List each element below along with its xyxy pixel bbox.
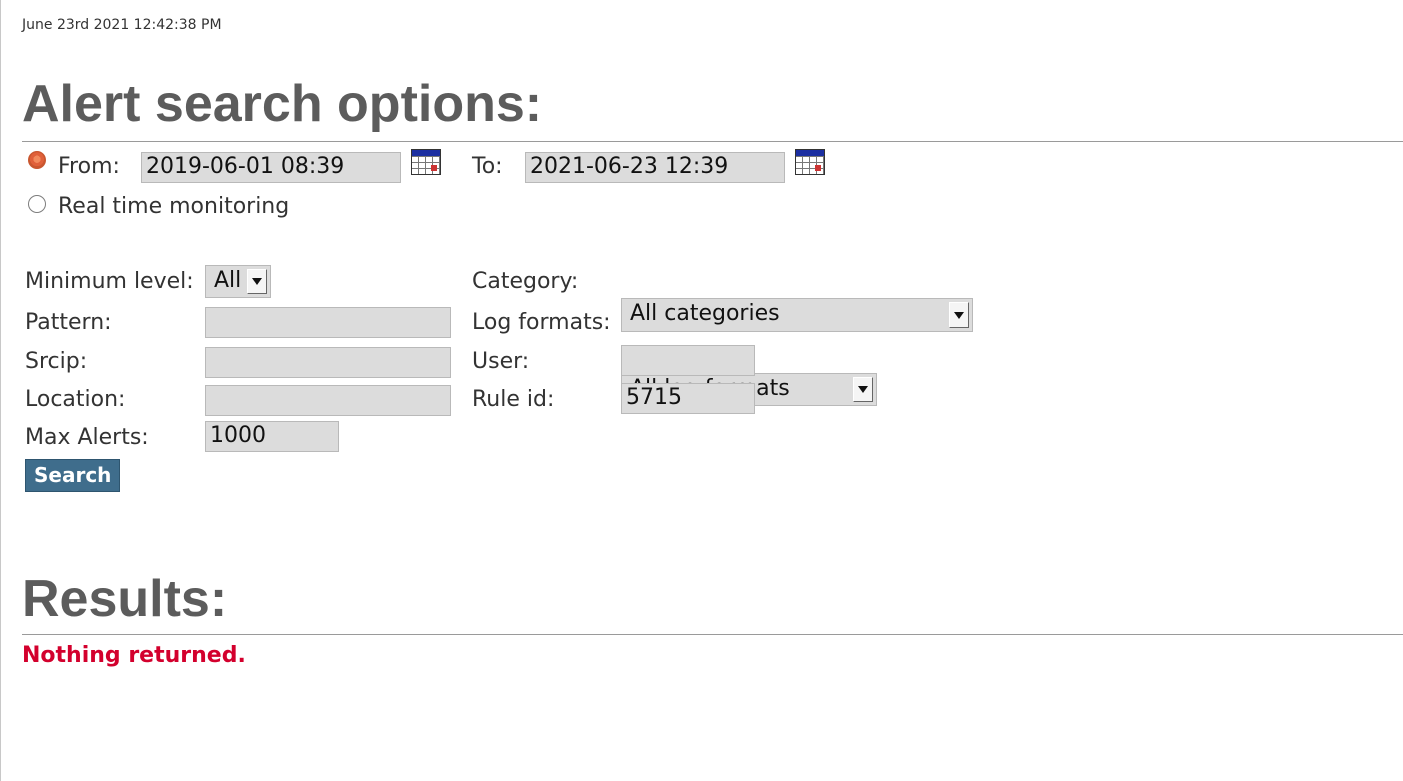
search-options-heading: Alert search options: — [22, 75, 543, 133]
srcip-input[interactable] — [205, 347, 451, 378]
user-input[interactable] — [621, 345, 755, 376]
location-input[interactable] — [205, 385, 451, 416]
chevron-down-icon — [949, 302, 969, 328]
results-message: Nothing returned. — [22, 643, 246, 668]
results-heading: Results: — [22, 570, 228, 628]
category-value: All categories — [630, 301, 780, 326]
realtime-radio[interactable] — [28, 195, 46, 213]
min-level-value: All — [214, 268, 242, 293]
chevron-down-icon — [247, 269, 267, 294]
user-label: User: — [472, 349, 530, 374]
divider — [22, 634, 1403, 635]
to-date-input[interactable]: 2021-06-23 12:39 — [525, 152, 785, 183]
category-select[interactable]: All categories — [621, 298, 973, 332]
from-date-input[interactable]: 2019-06-01 08:39 — [141, 152, 401, 183]
category-label: Category: — [472, 269, 579, 294]
rule-id-label: Rule id: — [472, 387, 555, 412]
max-alerts-input[interactable]: 1000 — [205, 421, 339, 452]
from-radio[interactable] — [28, 151, 46, 169]
srcip-label: Srcip: — [25, 349, 88, 374]
divider — [22, 141, 1403, 142]
realtime-label: Real time monitoring — [58, 194, 290, 219]
rule-id-input[interactable]: 5715 — [621, 383, 755, 414]
from-label: From: — [58, 154, 120, 179]
min-level-label: Minimum level: — [25, 269, 194, 294]
location-label: Location: — [25, 387, 126, 412]
page-left-border — [0, 0, 1, 781]
calendar-icon[interactable] — [795, 149, 825, 175]
max-alerts-label: Max Alerts: — [25, 425, 149, 450]
timestamp: June 23rd 2021 12:42:38 PM — [22, 17, 222, 33]
calendar-icon[interactable] — [411, 149, 441, 175]
search-button[interactable]: Search — [25, 459, 121, 492]
pattern-label: Pattern: — [25, 310, 112, 335]
to-label: To: — [472, 154, 503, 179]
pattern-input[interactable] — [205, 307, 451, 338]
chevron-down-icon — [853, 377, 873, 402]
log-formats-label: Log formats: — [472, 310, 611, 335]
min-level-select[interactable]: All — [205, 265, 271, 298]
